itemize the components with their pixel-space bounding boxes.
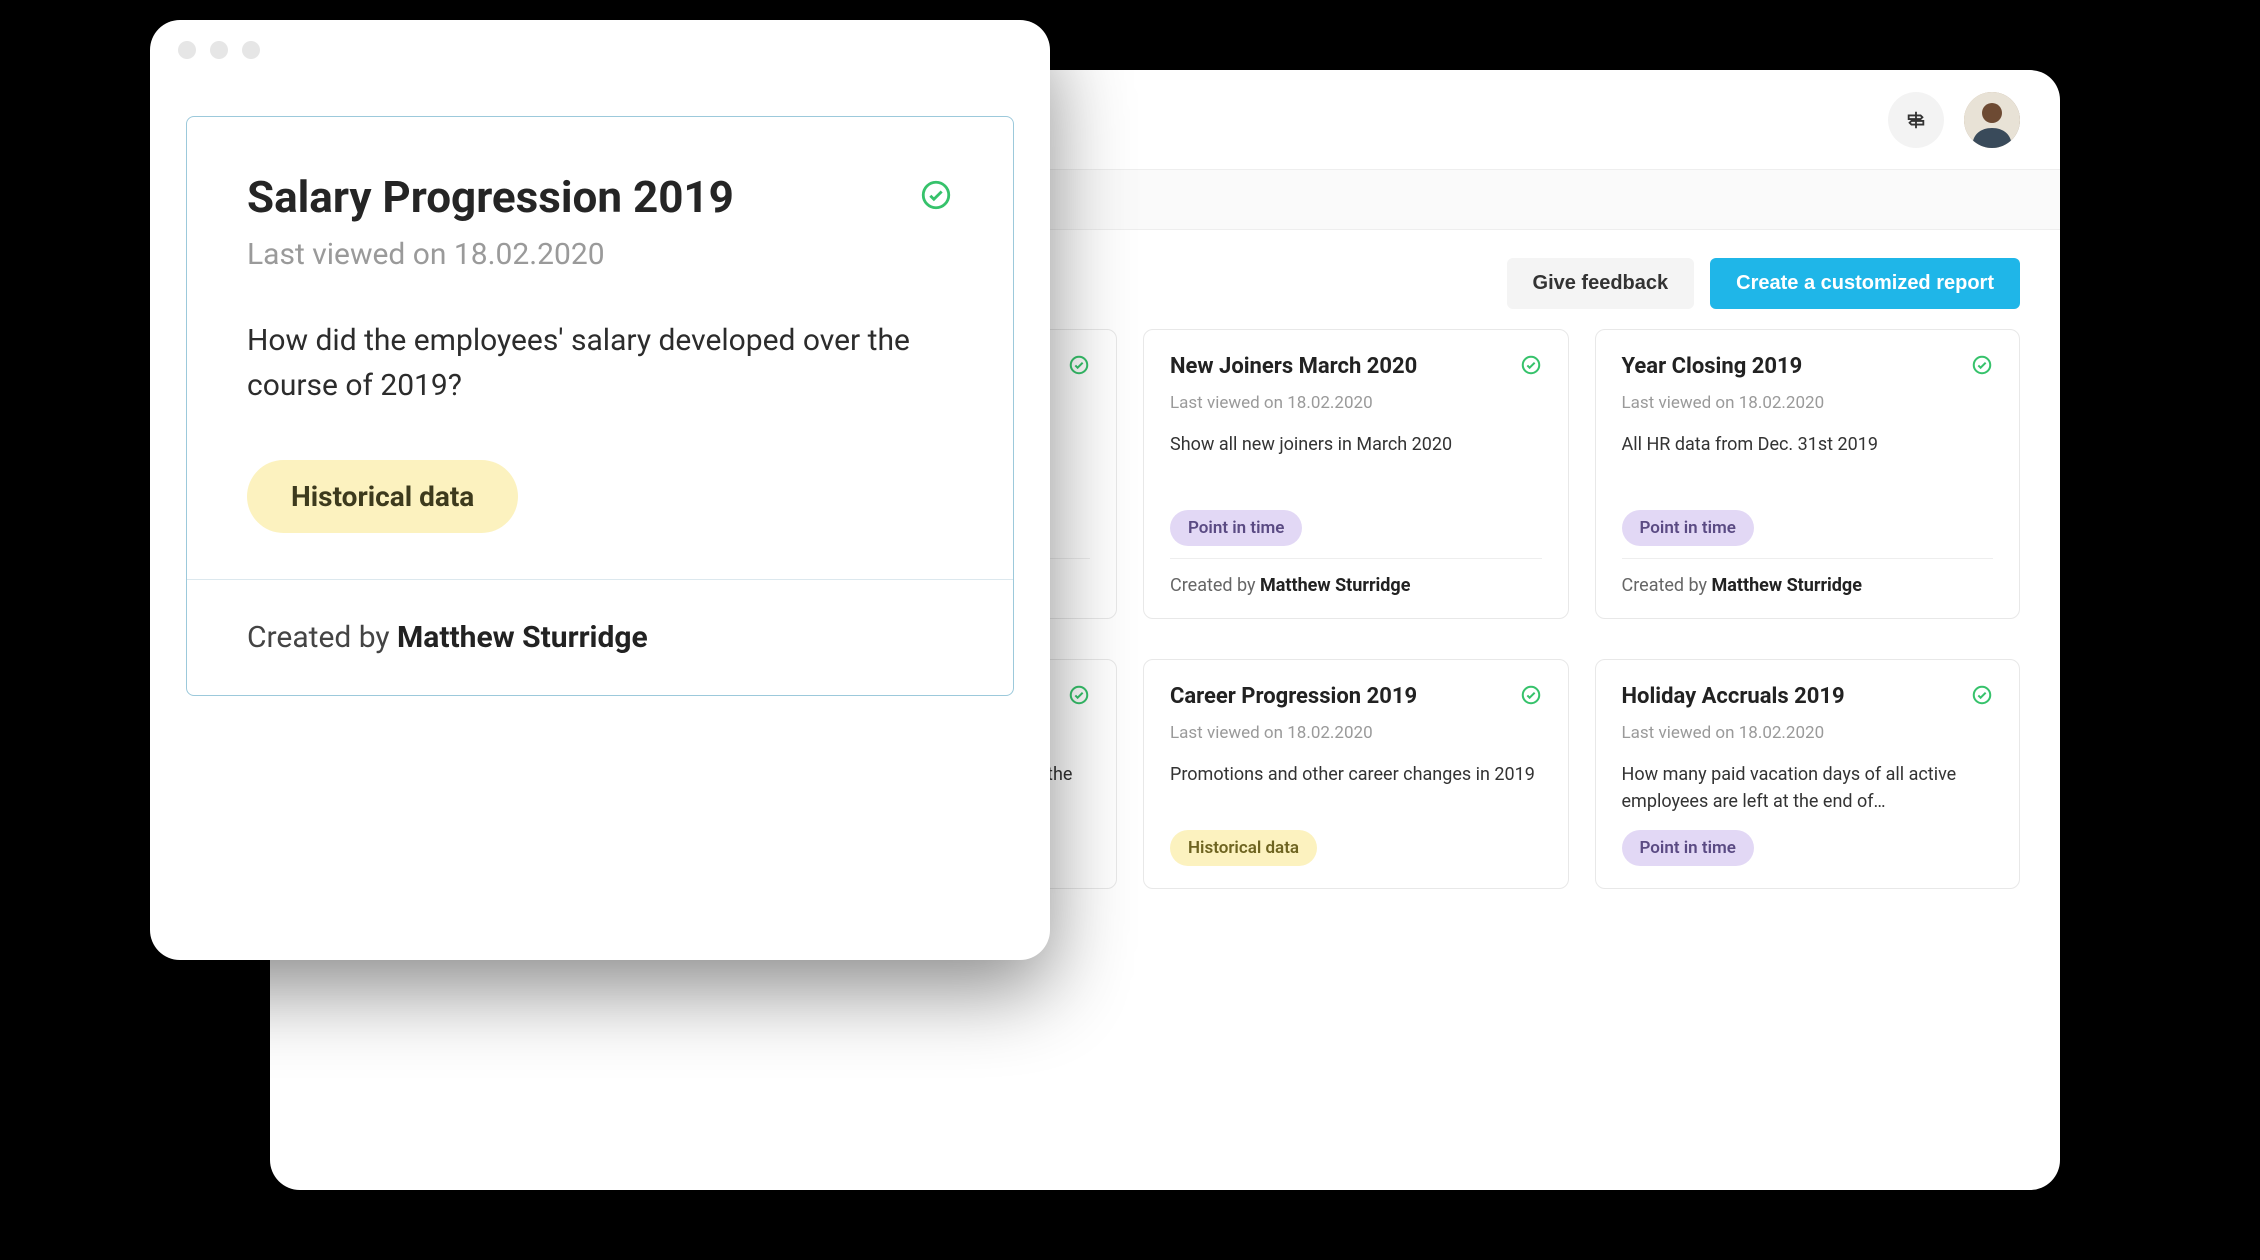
- card-meta: Last viewed on 18.02.2020: [1170, 393, 1542, 413]
- header-right: [1888, 92, 2020, 148]
- popup-card[interactable]: Salary Progression 2019 Last viewed on 1…: [186, 116, 1014, 696]
- report-card[interactable]: Holiday Accruals 2019 Last viewed on 18.…: [1595, 659, 2021, 889]
- popup-title: Salary Progression 2019: [247, 171, 734, 223]
- card-description: How many paid vacation days of all activ…: [1622, 761, 1994, 818]
- report-card[interactable]: New Joiners March 2020 Last viewed on 18…: [1143, 329, 1569, 619]
- popup-author: Matthew Sturridge: [397, 620, 648, 655]
- card-footer: Created by Matthew Sturridge: [1170, 558, 1542, 596]
- give-feedback-button[interactable]: Give feedback: [1507, 258, 1695, 309]
- created-by-prefix: Created by: [1622, 575, 1712, 596]
- traffic-light-close[interactable]: [178, 41, 196, 59]
- card-footer: Created by Matthew Sturridge: [1622, 558, 1994, 596]
- created-by-prefix: Created by: [247, 620, 397, 655]
- popup-tag: Historical data: [247, 460, 518, 533]
- card-title: New Joiners March 2020: [1170, 354, 1417, 379]
- card-meta: Last viewed on 18.02.2020: [1622, 723, 1994, 743]
- card-author: Matthew Sturridge: [1260, 575, 1410, 596]
- check-icon: [1971, 684, 1993, 711]
- popup-footer: Created by Matthew Sturridge: [187, 579, 1013, 695]
- created-by-prefix: Created by: [1170, 575, 1260, 596]
- card-meta: Last viewed on 18.02.2020: [1622, 393, 1994, 413]
- check-icon: [919, 178, 953, 216]
- report-detail-popup: Salary Progression 2019 Last viewed on 1…: [150, 20, 1050, 960]
- card-tag: Point in time: [1622, 830, 1754, 866]
- check-icon: [1520, 684, 1542, 711]
- card-description: Show all new joiners in March 2020: [1170, 431, 1542, 498]
- popup-meta: Last viewed on 18.02.2020: [247, 237, 953, 272]
- check-icon: [1068, 684, 1090, 711]
- report-card[interactable]: Year Closing 2019 Last viewed on 18.02.2…: [1595, 329, 2021, 619]
- card-description: All HR data from Dec. 31st 2019: [1622, 431, 1994, 498]
- popup-description: How did the employees' salary developed …: [247, 318, 953, 408]
- card-author: Matthew Sturridge: [1712, 575, 1862, 596]
- check-icon: [1520, 354, 1542, 381]
- card-title: Career Progression 2019: [1170, 684, 1417, 709]
- avatar-image: [1964, 92, 2020, 148]
- card-tag: Historical data: [1170, 830, 1317, 866]
- settings-icon-button[interactable]: [1888, 92, 1944, 148]
- card-title: Year Closing 2019: [1622, 354, 1803, 379]
- card-tag: Point in time: [1170, 510, 1302, 546]
- report-card[interactable]: Career Progression 2019 Last viewed on 1…: [1143, 659, 1569, 889]
- popup-titlebar: [150, 20, 1050, 80]
- create-report-button[interactable]: Create a customized report: [1710, 258, 2020, 309]
- signpost-icon: [1905, 109, 1927, 131]
- check-icon: [1971, 354, 1993, 381]
- check-icon: [1068, 354, 1090, 381]
- card-meta: Last viewed on 18.02.2020: [1170, 723, 1542, 743]
- traffic-light-zoom[interactable]: [242, 41, 260, 59]
- traffic-light-minimize[interactable]: [210, 41, 228, 59]
- card-title: Holiday Accruals 2019: [1622, 684, 1845, 709]
- card-description: Promotions and other career changes in 2…: [1170, 761, 1542, 818]
- user-avatar[interactable]: [1964, 92, 2020, 148]
- card-tag: Point in time: [1622, 510, 1754, 546]
